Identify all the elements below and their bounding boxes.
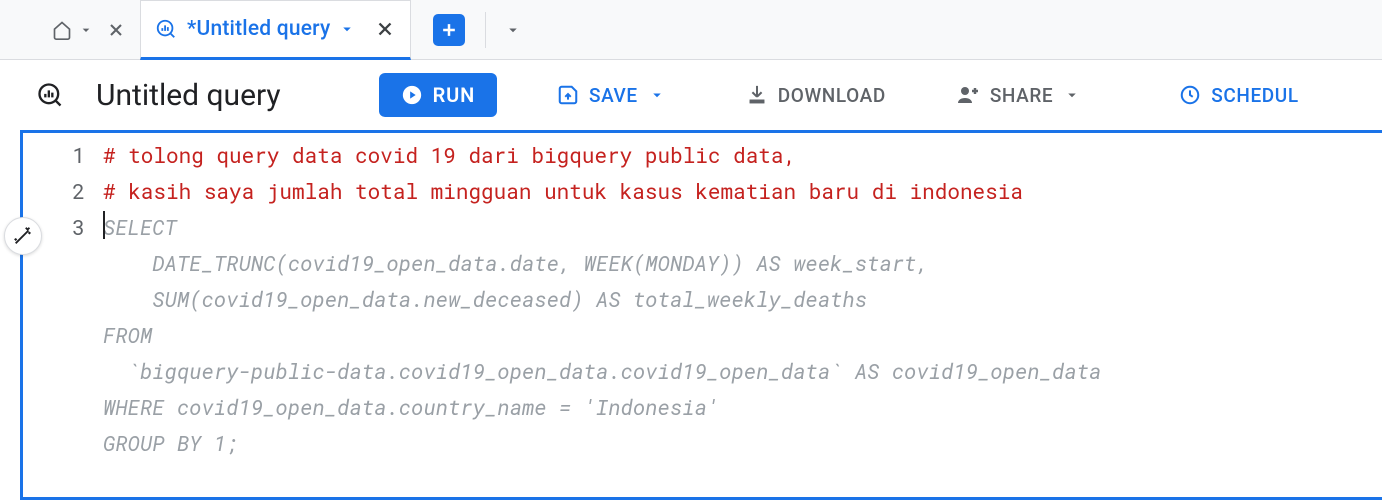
toolbar: Untitled query RUN SAVE DOWNLOAD SHARE S… xyxy=(0,60,1382,130)
query-tab[interactable]: *Untitled query xyxy=(140,0,411,60)
divider xyxy=(485,12,486,48)
chevron-down-icon xyxy=(1063,86,1081,104)
ai-suggestion: `bigquery-public-data.covid19_open_data.… xyxy=(103,353,1382,389)
home-icon xyxy=(52,20,72,40)
play-icon xyxy=(401,84,423,106)
save-label: SAVE xyxy=(589,84,638,107)
share-label: SHARE xyxy=(990,84,1053,107)
code-comment: # tolong query data covid 19 dari bigque… xyxy=(103,141,796,169)
run-label: RUN xyxy=(433,83,475,107)
close-icon[interactable] xyxy=(106,20,126,40)
download-button[interactable]: DOWNLOAD xyxy=(736,76,896,115)
tabs-bar: *Untitled query xyxy=(0,0,1382,60)
clock-icon xyxy=(1179,84,1201,106)
chevron-down-icon[interactable] xyxy=(504,21,522,39)
chevron-down-icon xyxy=(648,86,666,104)
magic-wand-icon xyxy=(12,225,34,247)
save-icon xyxy=(557,84,579,106)
close-icon[interactable] xyxy=(374,18,396,40)
query-icon xyxy=(155,18,177,40)
ai-suggest-button[interactable] xyxy=(4,217,42,255)
line-gutter: 1 2 3 xyxy=(23,133,103,461)
chevron-down-icon[interactable] xyxy=(338,20,356,38)
ai-suggestion: DATE_TRUNC(covid19_open_data.date, WEEK(… xyxy=(103,245,1382,281)
schedule-label: SCHEDUL xyxy=(1211,84,1298,107)
ai-suggestion: WHERE covid19_open_data.country_name = '… xyxy=(103,389,1382,425)
ai-suggestion: SELECT xyxy=(103,213,177,241)
sql-editor[interactable]: 1 2 3 # tolong query data covid 19 dari … xyxy=(20,130,1382,500)
download-label: DOWNLOAD xyxy=(778,84,886,107)
plus-icon xyxy=(439,20,459,40)
add-tab-button[interactable] xyxy=(433,14,465,46)
code-comment: # kasih saya jumlah total mingguan untuk… xyxy=(103,177,1023,205)
ai-suggestion: FROM xyxy=(103,317,1382,353)
ai-suggestion: SUM(covid19_open_data.new_deceased) AS t… xyxy=(103,281,1382,317)
schedule-button[interactable]: SCHEDUL xyxy=(1169,76,1308,115)
query-icon xyxy=(36,81,64,109)
home-tab[interactable] xyxy=(40,0,140,60)
download-icon xyxy=(746,84,768,106)
chevron-down-icon xyxy=(78,22,94,38)
run-button[interactable]: RUN xyxy=(379,73,497,117)
text-cursor xyxy=(103,211,105,239)
tab-title: *Untitled query xyxy=(187,17,330,41)
share-icon xyxy=(956,83,980,107)
code-area[interactable]: # tolong query data covid 19 dari bigque… xyxy=(103,133,1382,461)
save-button[interactable]: SAVE xyxy=(547,76,686,115)
share-button[interactable]: SHARE xyxy=(946,75,1101,115)
ai-suggestion: GROUP BY 1; xyxy=(103,425,1382,461)
page-title: Untitled query xyxy=(96,78,281,113)
